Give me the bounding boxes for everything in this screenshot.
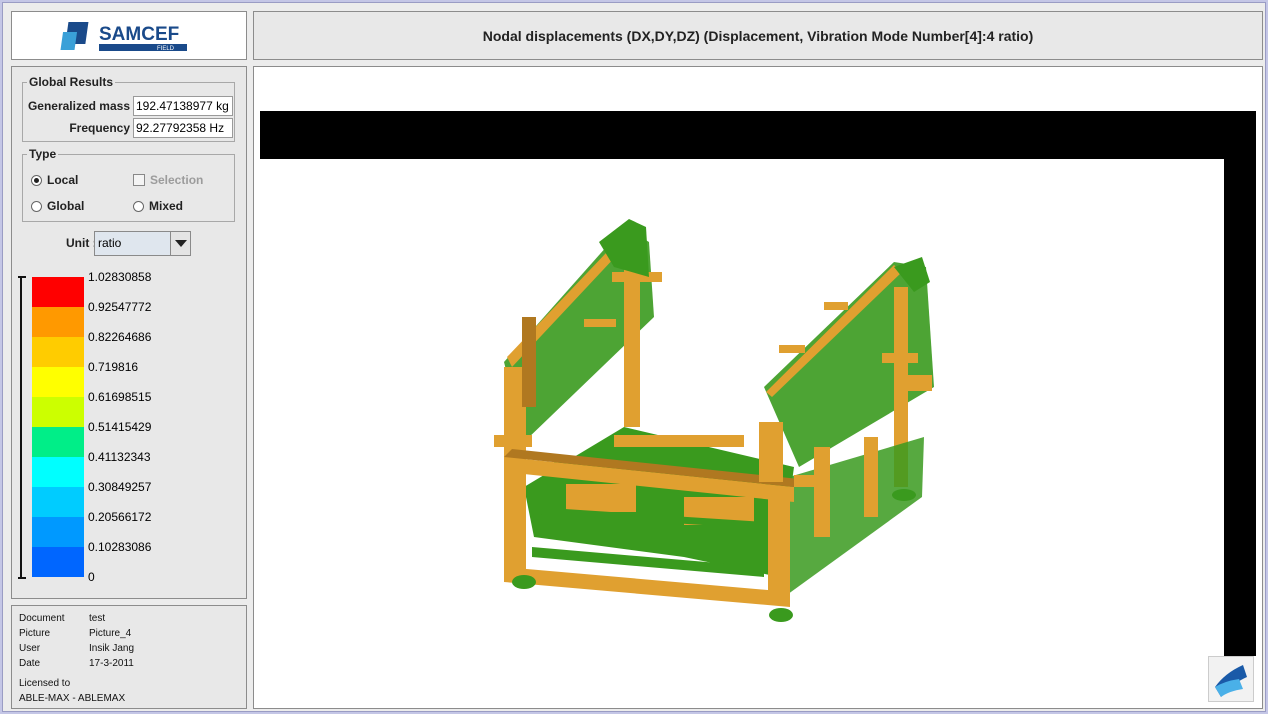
unit-select-value: ratio [98,236,122,250]
color-scale-band [32,337,84,367]
color-scale-tick-label: 0.51415429 [88,420,152,434]
generalized-mass-field[interactable]: 192.47138977 kg [133,96,233,116]
color-scale-tick-label: 1.02830858 [88,270,152,284]
color-scale-band [32,277,84,307]
unit-dropdown-button[interactable] [170,232,190,255]
color-scale-tick-label: 0.61698515 [88,390,152,404]
unit-select[interactable]: ratio [94,231,191,256]
color-scale-band [32,517,84,547]
radio-selected-icon [31,174,42,186]
color-scale-tick-label: 0.82264686 [88,330,152,344]
frequency-field[interactable]: 92.27792358 Hz [133,118,233,138]
radio-local[interactable]: Local [31,173,78,187]
color-scale-tick-label: 0.92547772 [88,300,152,314]
generalized-mass-label: Generalized mass [27,99,130,113]
checkbox-selection[interactable]: Selection [133,173,203,187]
color-scale-tick-label: 0.41132343 [88,450,151,464]
brand-sub: FIELD [157,46,175,52]
viewport[interactable] [253,66,1263,709]
radio-mixed[interactable]: Mixed [133,199,183,213]
user-value: Insik Jang [89,643,135,654]
document-value: test [89,613,106,624]
radio-icon [133,200,144,212]
radio-icon [31,200,42,212]
licensed-value: ABLE-MAX - ABLEMAX [19,693,126,704]
color-scale-band [32,457,84,487]
picture-label: Picture [19,628,51,639]
color-scale-tick-label: 0.719816 [88,360,139,374]
scale-range-bracket [18,276,26,579]
samcef-logo-icon: SAMCEF FIELD [60,21,187,52]
date-label: Date [19,658,41,669]
document-info-panel: Document test Picture Picture_4 User Insik … [11,605,247,709]
color-scale-band [32,487,84,517]
color-scale-tick-label: 0 [88,570,95,584]
color-scale-band [32,397,84,427]
document-label: Document [19,613,65,624]
corner-logo-icon [1208,656,1254,702]
title-bar: Nodal displacements (DX,DY,DZ) (Displace… [253,11,1263,60]
app-window: SAMCEF FIELD Nodal displacements (DX,DY,… [2,2,1266,712]
color-scale [32,277,84,577]
picture-value: Picture_4 [89,628,132,639]
brand-name: SAMCEF [99,24,179,45]
global-results-legend: Global Results [29,75,114,89]
radio-global[interactable]: Global [31,199,84,213]
date-value: 17-3-2011 [89,658,134,669]
chevron-down-icon [174,240,187,247]
color-scale-tick-label: 0.20566172 [88,510,152,524]
checkbox-icon [133,174,145,186]
licensed-label: Licensed to [19,678,71,689]
color-scale-band [32,547,84,577]
frequency-label: Frequency [69,121,130,135]
user-label: User [19,643,41,654]
logo-panel: SAMCEF FIELD [11,11,247,60]
color-scale-band [32,427,84,457]
color-scale-band [32,367,84,397]
color-scale-tick-label: 0.30849257 [88,480,152,494]
deformed-frame-model[interactable] [254,67,1264,710]
type-legend: Type [29,147,57,161]
page-title: Nodal displacements (DX,DY,DZ) (Displace… [482,27,1034,44]
results-panel: Global Results Generalized mass 192.4713… [11,66,247,599]
unit-label: Unit : [66,236,97,250]
color-scale-tick-label: 0.10283086 [88,540,152,554]
color-scale-band [32,307,84,337]
